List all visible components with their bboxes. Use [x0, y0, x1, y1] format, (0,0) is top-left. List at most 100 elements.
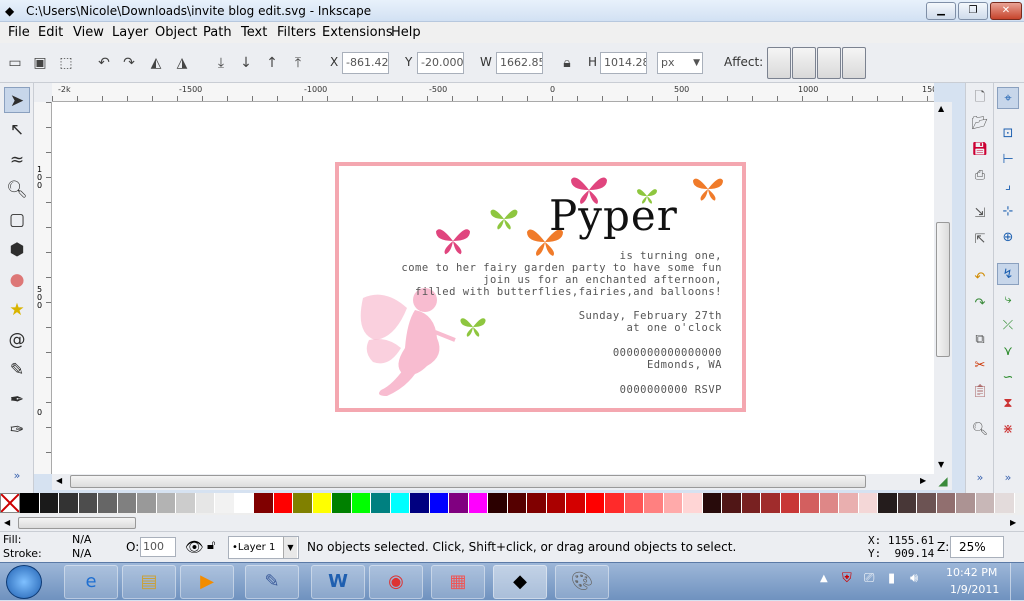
color-swatch[interactable]	[429, 493, 449, 513]
print-icon[interactable]: ⎙	[969, 165, 991, 187]
ellipse-tool-icon[interactable]: ●	[4, 267, 30, 293]
chrome-icon[interactable]: ◉	[369, 565, 423, 599]
fill-value[interactable]: N/A	[72, 533, 91, 546]
vertical-ruler[interactable]: 1 0 0 5 0 0 0	[34, 102, 52, 474]
palette-scroll-thumb[interactable]	[18, 517, 136, 529]
copy-icon[interactable]: ⧉	[969, 329, 991, 351]
menu-layer[interactable]: Layer	[112, 25, 148, 40]
vertical-scrollbar[interactable]: ▲ ▼	[934, 102, 952, 474]
color-swatch[interactable]	[351, 493, 371, 513]
clock-time[interactable]: 10:42 PM	[946, 566, 997, 579]
color-swatch[interactable]	[371, 493, 391, 513]
undo-icon[interactable]: ↶	[969, 267, 991, 289]
volume-icon[interactable]: 🔊︎	[910, 571, 918, 586]
color-swatch[interactable]	[176, 493, 196, 513]
export-icon[interactable]: ⇱	[969, 229, 991, 251]
3d-box-tool-icon[interactable]: ⬢	[4, 237, 30, 263]
color-swatch[interactable]	[488, 493, 508, 513]
snap-grid-icon[interactable]: ⋇	[997, 419, 1019, 441]
menu-object[interactable]: Object	[155, 25, 197, 40]
zoom-field[interactable]: 25%	[950, 536, 1004, 558]
more-tools-icon[interactable]: »	[4, 463, 30, 489]
palette-scrollbar[interactable]: ◀ ▶	[0, 515, 1024, 531]
selector-tool-icon[interactable]: ➤	[4, 87, 30, 113]
color-swatch[interactable]	[449, 493, 469, 513]
word-icon[interactable]: W	[311, 565, 365, 599]
color-swatch[interactable]	[780, 493, 800, 513]
scroll-left-icon[interactable]: ◀	[56, 476, 62, 485]
horizontal-ruler[interactable]: -2k -1500 -1000 -500 0 500 1000 1500	[52, 83, 934, 102]
invite-address[interactable]: 0000000000000000	[613, 347, 722, 359]
tweak-tool-icon[interactable]: ≈	[4, 147, 30, 173]
color-swatch[interactable]	[59, 493, 79, 513]
color-swatch[interactable]	[293, 493, 313, 513]
invite-rsvp[interactable]: 0000000000 RSVP	[620, 384, 722, 396]
color-swatch[interactable]	[624, 493, 644, 513]
color-swatch[interactable]	[917, 493, 937, 513]
color-swatch[interactable]	[332, 493, 352, 513]
menu-help[interactable]: Help	[391, 25, 421, 40]
invite-date[interactable]: Sunday, February 27th	[579, 310, 722, 322]
rotate-ccw-icon[interactable]: ↶	[93, 52, 115, 74]
palette-scroll-right-icon[interactable]: ▶	[1010, 518, 1016, 527]
color-swatch[interactable]	[468, 493, 488, 513]
no-paint-swatch[interactable]	[0, 493, 20, 513]
palette-scroll-left-icon[interactable]: ◀	[4, 518, 10, 527]
invite-city[interactable]: Edmonds, WA	[647, 359, 722, 371]
pencil-tool-icon[interactable]: ✎	[4, 357, 30, 383]
raise-to-top-icon[interactable]: ⤒	[287, 52, 309, 74]
more-commands-icon[interactable]: »	[969, 467, 991, 489]
inkscape-logo-icon[interactable]: ◆	[5, 4, 14, 18]
show-hidden-icons-icon[interactable]: ▲	[820, 573, 828, 584]
drawing-canvas[interactable]: Pyper is turning one, come to her fairy …	[52, 102, 934, 474]
opacity-field[interactable]: 100	[140, 537, 176, 557]
color-swatch[interactable]	[195, 493, 215, 513]
invite-line[interactable]: come to her fairy garden party to have s…	[401, 262, 722, 274]
lower-to-bottom-icon[interactable]: ⤓	[210, 52, 232, 74]
color-swatch[interactable]	[585, 493, 605, 513]
menu-extensions[interactable]: Extensions	[322, 25, 393, 40]
invite-name[interactable]: Pyper	[549, 194, 678, 238]
color-swatch[interactable]	[605, 493, 625, 513]
more-snap-icon[interactable]: »	[997, 467, 1019, 489]
color-swatch[interactable]	[741, 493, 761, 513]
raise-icon[interactable]: ↑	[261, 52, 283, 74]
menu-path[interactable]: Path	[203, 25, 232, 40]
color-swatch[interactable]	[722, 493, 742, 513]
menu-text[interactable]: Text	[241, 25, 267, 40]
snap-toggle-icon[interactable]: ⌖	[997, 87, 1019, 109]
flip-horizontal-icon[interactable]: ◭	[145, 52, 167, 74]
flip-vertical-icon[interactable]: ◮	[171, 52, 193, 74]
snap-bbox-icon[interactable]: ⊡	[997, 123, 1019, 145]
snap-midpoints-icon[interactable]: ⊹	[997, 201, 1019, 223]
color-swatch[interactable]	[936, 493, 956, 513]
menu-file[interactable]: File	[8, 25, 30, 40]
invitation-card[interactable]: Pyper is turning one, come to her fairy …	[335, 162, 746, 412]
green-butterfly-icon[interactable]	[489, 204, 519, 234]
menu-view[interactable]: View	[73, 25, 104, 40]
affect-stroke-width-button[interactable]	[767, 47, 791, 79]
unit-select[interactable]: px ▼	[657, 52, 703, 74]
node-tool-icon[interactable]: ↖	[4, 117, 30, 143]
snap-bbox-corners-icon[interactable]: ⌟	[997, 175, 1019, 197]
redo-icon[interactable]: ↷	[969, 293, 991, 315]
width-field[interactable]: 1662.85	[496, 52, 543, 74]
pink-butterfly-icon[interactable]	[433, 224, 473, 258]
color-swatch[interactable]	[98, 493, 118, 513]
pen-tool-icon[interactable]: ✒	[4, 387, 30, 413]
paint-tool-icon[interactable]: ✎	[245, 565, 299, 599]
paste-icon[interactable]: 📋︎	[969, 381, 991, 403]
network-icon[interactable]: ▮	[888, 571, 895, 586]
menu-edit[interactable]: Edit	[38, 25, 63, 40]
invite-time[interactable]: at one o'clock	[626, 322, 722, 334]
color-swatch[interactable]	[137, 493, 157, 513]
deselect-icon[interactable]: ⬚	[55, 52, 77, 74]
color-swatch[interactable]	[117, 493, 137, 513]
scroll-up-icon[interactable]: ▲	[938, 104, 944, 113]
star-tool-icon[interactable]: ★	[4, 297, 30, 323]
color-swatch[interactable]	[761, 493, 781, 513]
snap-paths-icon[interactable]: ⤷	[997, 289, 1019, 311]
media-player-icon[interactable]: ▶	[180, 565, 234, 599]
color-swatch[interactable]	[858, 493, 878, 513]
color-swatch[interactable]	[390, 493, 410, 513]
